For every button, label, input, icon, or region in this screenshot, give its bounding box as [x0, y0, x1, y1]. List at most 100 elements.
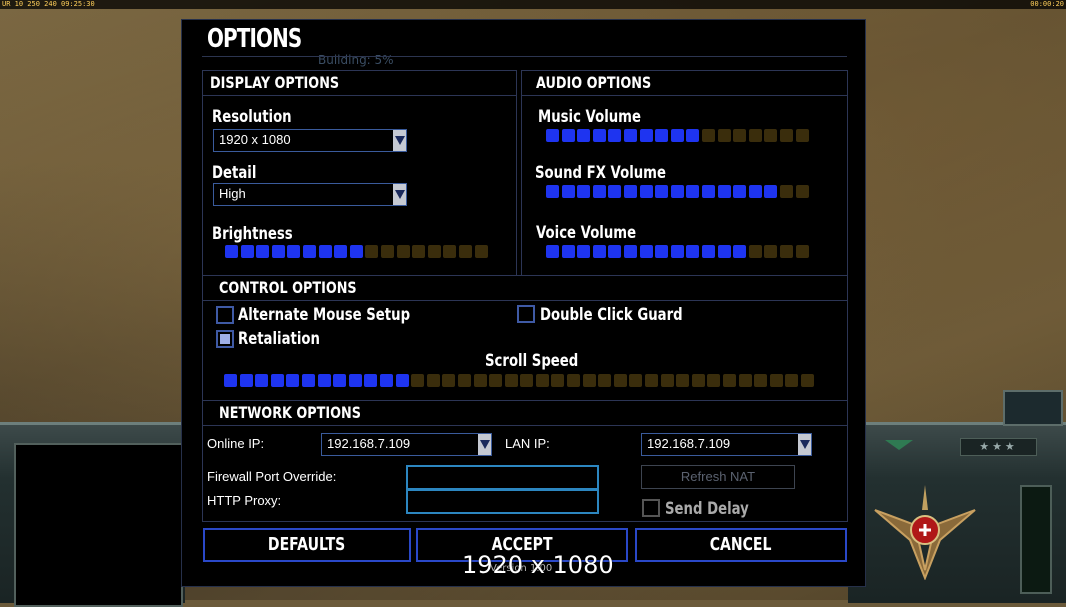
alternate-mouse-checkbox[interactable]	[216, 306, 234, 324]
slider-segment[interactable]	[639, 245, 653, 258]
slider-segment[interactable]	[224, 374, 237, 387]
slider-segment[interactable]	[608, 185, 622, 198]
slider-segment[interactable]	[707, 374, 721, 387]
slider-segment[interactable]	[426, 374, 440, 387]
slider-segment[interactable]	[670, 245, 684, 258]
slider-segment[interactable]	[623, 185, 637, 198]
slider-segment[interactable]	[504, 374, 518, 387]
slider-segment[interactable]	[623, 245, 637, 258]
slider-segment[interactable]	[582, 374, 596, 387]
slider-segment[interactable]	[380, 245, 394, 258]
slider-segment[interactable]	[800, 374, 814, 387]
slider-segment[interactable]	[286, 374, 300, 387]
slider-segment[interactable]	[645, 374, 659, 387]
slider-segment[interactable]	[270, 374, 284, 387]
slider-segment[interactable]	[676, 374, 690, 387]
slider-segment[interactable]	[443, 245, 457, 258]
slider-segment[interactable]	[364, 374, 378, 387]
slider-segment[interactable]	[670, 185, 684, 198]
slider-segment[interactable]	[754, 374, 768, 387]
slider-segment[interactable]	[411, 374, 425, 387]
slider-segment[interactable]	[365, 245, 379, 258]
slider-segment[interactable]	[567, 374, 581, 387]
slider-segment[interactable]	[348, 374, 362, 387]
slider-segment[interactable]	[333, 374, 347, 387]
slider-segment[interactable]	[629, 374, 643, 387]
slider-segment[interactable]	[686, 129, 700, 142]
slider-segment[interactable]	[748, 129, 762, 142]
slider-segment[interactable]	[318, 245, 332, 258]
slider-segment[interactable]	[748, 185, 762, 198]
slider-segment[interactable]	[660, 374, 674, 387]
radar-minimap[interactable]	[14, 443, 183, 607]
online-ip-dropdown[interactable]: 192.168.7.109	[321, 433, 492, 456]
slider-segment[interactable]	[334, 245, 348, 258]
chevron-down-icon[interactable]	[393, 184, 406, 205]
slider-segment[interactable]	[255, 374, 269, 387]
slider-segment[interactable]	[457, 374, 471, 387]
slider-segment[interactable]	[592, 129, 606, 142]
chevron-down-icon[interactable]	[798, 434, 811, 455]
slider-segment[interactable]	[717, 185, 731, 198]
slider-segment[interactable]	[598, 374, 612, 387]
brightness-slider[interactable]	[225, 245, 490, 259]
defaults-button[interactable]: DEFAULTS	[203, 528, 411, 562]
slider-segment[interactable]	[592, 245, 606, 258]
slider-segment[interactable]	[473, 374, 487, 387]
sound-fx-volume-slider[interactable]	[546, 185, 811, 199]
slider-segment[interactable]	[287, 245, 301, 258]
slider-segment[interactable]	[546, 185, 559, 198]
slider-segment[interactable]	[686, 245, 700, 258]
slider-segment[interactable]	[701, 185, 715, 198]
slider-segment[interactable]	[785, 374, 799, 387]
voice-volume-slider[interactable]	[546, 245, 811, 259]
slider-segment[interactable]	[520, 374, 534, 387]
slider-segment[interactable]	[655, 185, 669, 198]
slider-segment[interactable]	[349, 245, 363, 258]
slider-segment[interactable]	[764, 245, 778, 258]
double-click-guard-checkbox[interactable]	[517, 305, 535, 323]
slider-segment[interactable]	[670, 129, 684, 142]
slider-segment[interactable]	[769, 374, 783, 387]
slider-segment[interactable]	[577, 185, 591, 198]
slider-segment[interactable]	[655, 245, 669, 258]
slider-segment[interactable]	[723, 374, 736, 387]
slider-segment[interactable]	[795, 185, 809, 198]
slider-segment[interactable]	[779, 185, 793, 198]
slider-segment[interactable]	[795, 129, 809, 142]
slider-segment[interactable]	[317, 374, 331, 387]
music-volume-slider[interactable]	[546, 129, 811, 143]
slider-segment[interactable]	[733, 245, 747, 258]
cancel-button[interactable]: CANCEL	[635, 528, 847, 562]
slider-segment[interactable]	[396, 245, 410, 258]
slider-segment[interactable]	[546, 245, 559, 258]
slider-segment[interactable]	[379, 374, 393, 387]
scroll-speed-slider[interactable]	[224, 374, 817, 388]
firewall-port-input[interactable]	[406, 465, 599, 490]
slider-segment[interactable]	[474, 245, 488, 258]
slider-segment[interactable]	[733, 185, 747, 198]
resolution-dropdown[interactable]: 1920 x 1080	[213, 129, 407, 152]
slider-segment[interactable]	[613, 374, 627, 387]
slider-segment[interactable]	[655, 129, 669, 142]
slider-segment[interactable]	[639, 185, 653, 198]
slider-segment[interactable]	[717, 245, 731, 258]
slider-segment[interactable]	[535, 374, 549, 387]
slider-segment[interactable]	[302, 245, 316, 258]
detail-dropdown[interactable]: High	[213, 183, 407, 206]
slider-segment[interactable]	[738, 374, 752, 387]
slider-segment[interactable]	[623, 129, 637, 142]
slider-segment[interactable]	[458, 245, 472, 258]
slider-segment[interactable]	[239, 374, 253, 387]
slider-segment[interactable]	[561, 185, 575, 198]
slider-segment[interactable]	[225, 245, 238, 258]
http-proxy-input[interactable]	[406, 489, 599, 514]
slider-segment[interactable]	[301, 374, 315, 387]
slider-segment[interactable]	[489, 374, 503, 387]
slider-segment[interactable]	[764, 129, 778, 142]
slider-segment[interactable]	[608, 129, 622, 142]
slider-segment[interactable]	[271, 245, 285, 258]
refresh-nat-button[interactable]: Refresh NAT	[641, 465, 795, 489]
slider-segment[interactable]	[395, 374, 409, 387]
retaliation-checkbox[interactable]	[216, 330, 234, 348]
